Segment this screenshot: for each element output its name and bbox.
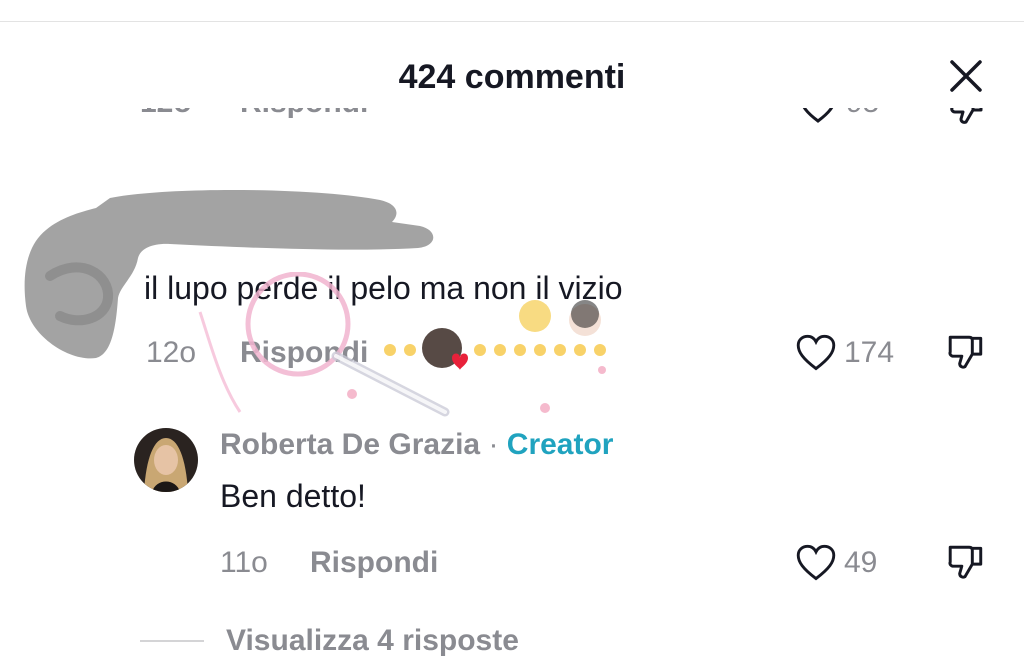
- dislike-icon[interactable]: [948, 108, 986, 126]
- heart-icon: [796, 544, 836, 581]
- comment-dislike-button[interactable]: [946, 332, 986, 377]
- view-replies-button[interactable]: Visualizza 4 risposte: [140, 624, 519, 658]
- reply-author: Roberta De Grazia · Creator: [220, 428, 613, 462]
- dislike-icon: [948, 545, 983, 579]
- dislike-icon: [948, 335, 983, 369]
- name-separator: ·: [488, 428, 499, 461]
- reply-date: 11o: [220, 546, 268, 579]
- reply-username[interactable]: Roberta De Grazia: [220, 428, 480, 461]
- comments-sheet: 424 commenti 12o Rispondi 95 il lupo per…: [0, 0, 1024, 664]
- close-button[interactable]: [944, 54, 988, 98]
- profile-photo-icon: [134, 428, 198, 492]
- view-replies-label: Visualizza 4 risposte: [226, 624, 519, 657]
- previous-comment-reply-button[interactable]: Rispondi: [240, 108, 368, 120]
- comment-reply-button[interactable]: Rispondi: [240, 336, 368, 370]
- comment-date: 12o: [146, 336, 197, 369]
- reply-like-button[interactable]: 49: [796, 544, 877, 582]
- reply-reply-button[interactable]: Rispondi: [310, 546, 438, 580]
- replies-divider-line: [140, 640, 204, 642]
- previous-comment-like-count: 95: [846, 108, 879, 120]
- creator-badge: Creator: [506, 428, 614, 461]
- comment-like-button[interactable]: 174: [796, 334, 894, 372]
- heart-icon: [796, 334, 836, 371]
- reply-text: Ben detto!: [220, 478, 366, 514]
- reply-like-count: 49: [844, 546, 878, 579]
- previous-comment-date: 12o: [140, 108, 192, 120]
- top-divider: [0, 21, 1024, 22]
- avatar[interactable]: [134, 428, 198, 492]
- comment-text: il lupo perde il pelo ma non il vizio: [144, 270, 623, 306]
- comments-count-title: 424 commenti: [398, 58, 626, 96]
- reply-dislike-button[interactable]: [946, 542, 986, 587]
- previous-comment-actions: 12o Rispondi 95: [0, 108, 1024, 144]
- heart-icon[interactable]: [800, 108, 836, 124]
- close-icon: [950, 60, 982, 92]
- comment-like-count: 174: [844, 336, 895, 369]
